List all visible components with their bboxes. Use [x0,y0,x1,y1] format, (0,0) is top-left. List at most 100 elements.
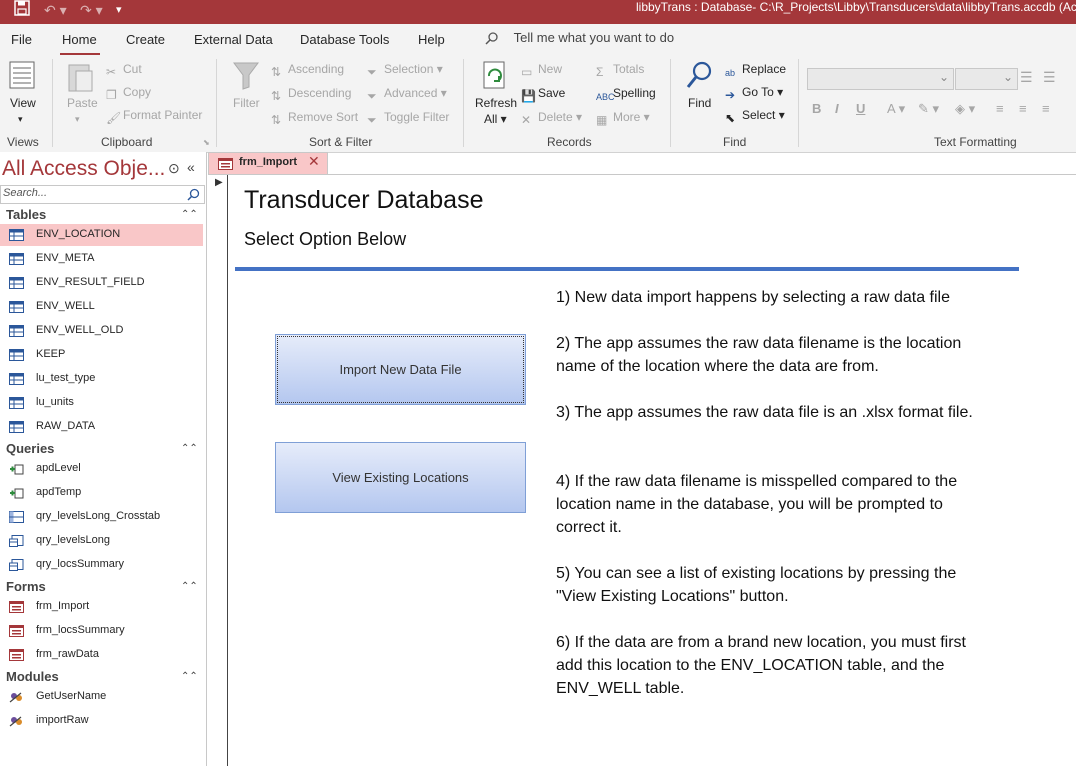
collapse-section-icon[interactable]: ⌃⌃ [181,443,198,454]
totals-button[interactable]: Σ Totals [596,61,644,79]
sigma-icon: Σ [596,65,604,79]
replace-button[interactable]: ab Replace [725,61,786,79]
nav-item-qry-levelslong[interactable]: qry_levelsLong [0,530,203,552]
nav-section-tables[interactable]: Tables [6,207,46,222]
customize-qat-icon[interactable]: ▾ [116,0,122,22]
align-left-icon[interactable]: ≡ [996,101,1004,116]
tab-file[interactable]: File [11,31,32,48]
clipboard-launcher-icon[interactable]: ⬊ [203,135,210,151]
paste-button[interactable]: Paste [67,95,98,111]
tab-help[interactable]: Help [418,31,445,48]
nav-section-queries[interactable]: Queries [6,441,54,456]
delete-record-button[interactable]: ✕ Delete ▾ [521,109,582,127]
select-query-icon [9,535,24,547]
form-subtitle: Select Option Below [244,229,407,249]
refresh-button[interactable]: Refresh [475,95,517,111]
nav-item-env-well[interactable]: ENV_WELL [0,296,203,318]
instruction-3: 3) The app assumes the raw data file is … [556,404,973,421]
form-icon [9,649,24,661]
refresh-icon [483,61,505,89]
nav-item-lu-test-type[interactable]: lu_test_type [0,368,203,390]
copy-button[interactable]: ❐ Copy [106,84,151,102]
select-button[interactable]: ⬉ Select ▾ [725,107,785,125]
paste-dropdown-icon[interactable]: ▾ [75,111,80,127]
align-right-icon[interactable]: ≡ [1042,101,1050,116]
view-button[interactable]: View [10,95,36,111]
copy-icon: ❐ [106,88,117,102]
record-selector[interactable]: ▶ [208,175,228,766]
more-button[interactable]: ▦ More ▾ [596,109,650,127]
collapse-section-icon[interactable]: ⌃⌃ [181,581,198,592]
save-record-button[interactable]: 💾 Save [521,85,565,103]
cut-button[interactable]: ✂ Cut [106,61,142,79]
font-size-dropdown[interactable]: ⌄ [955,68,1018,90]
close-icon[interactable]: ✕ [308,153,320,170]
nav-search-input[interactable]: Search... [0,185,205,204]
nav-item-getusername[interactable]: GetUserName [0,686,203,708]
filter-button[interactable]: Filter [233,95,260,111]
filter-icon [233,62,259,90]
import-new-data-file-button[interactable]: Import New Data File [275,334,526,405]
collapse-pane-icon[interactable]: « [187,159,195,175]
align-center-icon[interactable]: ≡ [1019,101,1027,116]
numbering-icon[interactable]: ☰ [1043,69,1056,85]
bullets-icon[interactable]: ☰ [1020,69,1033,85]
bold-icon[interactable]: B [812,101,821,116]
chevron-down-icon: ⌄ [1002,70,1013,84]
redo-icon[interactable]: ↷ ▾ [80,0,103,22]
nav-item-frm-locssummary[interactable]: frm_locsSummary [0,620,203,642]
tab-database-tools[interactable]: Database Tools [300,31,389,48]
collapse-section-icon[interactable]: ⌃⌃ [181,671,198,682]
nav-item-qry-levelslong-crosstab[interactable]: qry_levelsLong_Crosstab [0,506,203,528]
underline-icon[interactable]: U [856,101,865,116]
nav-item-env-location[interactable]: ENV_LOCATION [0,224,203,246]
italic-icon[interactable]: I [835,101,839,116]
sort-filter-group-label: Sort & Filter [309,135,373,149]
nav-item-frm-rawdata[interactable]: frm_rawData [0,644,203,666]
nav-item-lu-units[interactable]: lu_units [0,392,203,414]
nav-item-keep[interactable]: KEEP [0,344,203,366]
scissors-icon: ✂ [106,65,117,79]
nav-item-env-meta[interactable]: ENV_META [0,248,203,270]
tell-me-box[interactable]: Tell me what you want to do [485,30,674,45]
find-group-label: Find [723,135,747,149]
nav-menu-chevron-icon[interactable]: ⊙ [168,160,180,177]
save-quick-icon[interactable] [14,0,30,22]
nav-pane-title[interactable]: All Access Obje... [2,157,165,181]
spelling-button[interactable]: ABCSpelling [596,85,656,103]
nav-item-apdtemp[interactable]: apdTemp [0,482,203,504]
nav-section-forms[interactable]: Forms [6,579,46,594]
nav-item-qry-locssummary[interactable]: qry_locsSummary [0,554,203,576]
ascending-button[interactable]: ⇅ Ascending [271,61,344,79]
new-record-button[interactable]: ▭ New [521,61,562,79]
document-tab-frm-import[interactable]: frm_Import ✕ [208,152,328,175]
nav-item-apdlevel[interactable]: apdLevel [0,458,203,480]
view-dropdown-icon[interactable]: ▾ [18,111,23,127]
toggle-filter-button[interactable]: ⏷ Toggle Filter [367,109,449,127]
refresh-all-button[interactable]: All ▾ [484,111,507,127]
nav-item-importraw[interactable]: importRaw [0,710,203,732]
view-existing-locations-button[interactable]: View Existing Locations [275,442,526,513]
go-to-button[interactable]: ➔ Go To ▾ [725,84,783,102]
font-name-dropdown[interactable]: ⌄ [807,68,954,90]
descending-button[interactable]: ⇅ Descending [271,85,351,103]
nav-section-modules[interactable]: Modules [6,669,59,684]
selection-button[interactable]: ⏷ Selection ▾ [367,61,443,79]
font-color-icon[interactable]: A ▾ [887,101,905,117]
nav-item-env-well-old[interactable]: ENV_WELL_OLD [0,320,203,342]
collapse-section-icon[interactable]: ⌃⌃ [181,209,198,220]
tab-home[interactable]: Home [62,31,97,48]
tab-external-data[interactable]: External Data [194,31,273,48]
tab-create[interactable]: Create [126,31,165,48]
remove-sort-button[interactable]: ⇅ Remove Sort [271,109,358,127]
title-bar: ↶ ▾ ↷ ▾ ▾ libbyTrans : Database- C:\R_Pr… [0,0,1076,24]
fill-color-icon[interactable]: ◈ ▾ [955,101,975,117]
nav-item-env-result-field[interactable]: ENV_RESULT_FIELD [0,272,203,294]
highlight-icon[interactable]: ✎ ▾ [918,101,939,117]
nav-item-frm-import[interactable]: frm_Import [0,596,203,618]
find-button[interactable]: Find [688,95,711,111]
advanced-button[interactable]: ⏷ Advanced ▾ [367,85,447,103]
undo-icon[interactable]: ↶ ▾ [44,0,67,22]
nav-item-raw-data[interactable]: RAW_DATA [0,416,203,438]
format-painter-button[interactable]: 🖌 Format Painter [106,107,202,125]
